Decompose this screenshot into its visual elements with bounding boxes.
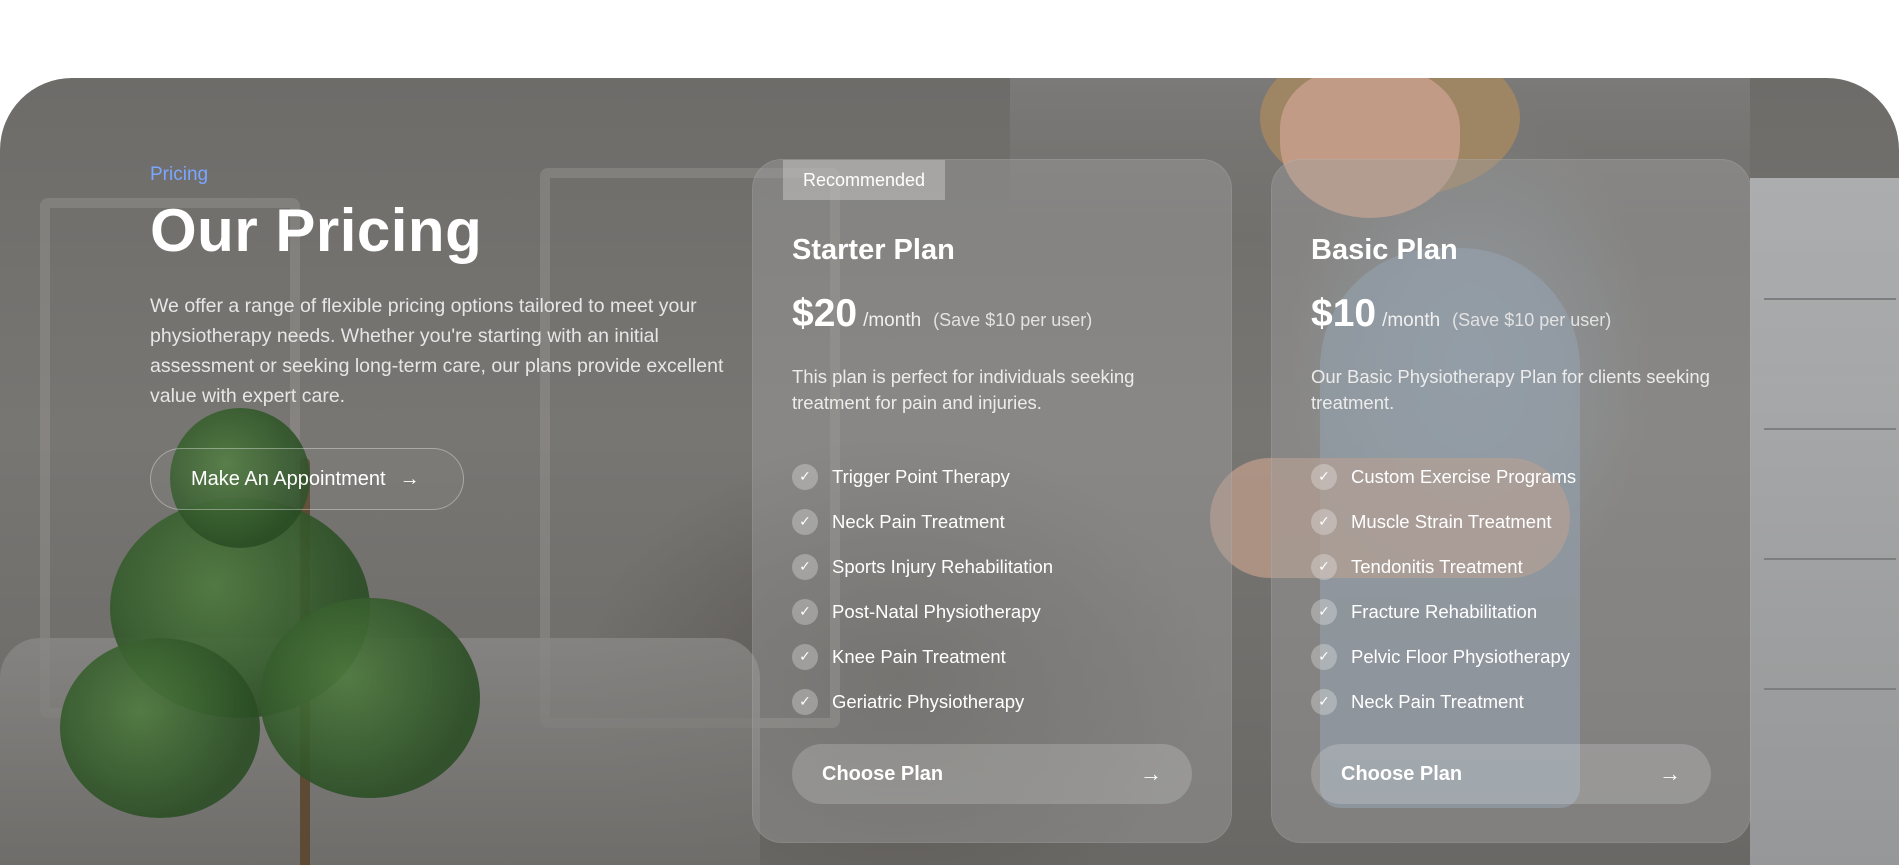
check-icon: ✓ (792, 463, 818, 490)
choose-plan-label: Choose Plan (1341, 762, 1463, 785)
feature-item: ✓ Sports Injury Rehabilitation (792, 544, 1053, 589)
price-row: $20 /month (Save $10 per user) (792, 292, 1092, 336)
feature-label: Pelvic Floor Physiotherapy (1351, 645, 1571, 667)
plan-card-starter: Recommended Starter Plan $20 /month (Sav… (752, 159, 1232, 843)
feature-item: ✓ Tendonitis Treatment (1311, 544, 1576, 589)
plan-description: Our Basic Physiotherapy Plan for clients… (1311, 366, 1710, 413)
feature-label: Muscle Strain Treatment (1351, 510, 1552, 532)
arrow-right-icon: → (399, 467, 420, 490)
check-icon: ✓ (792, 508, 818, 535)
plan-card-basic: Basic Plan $10 /month (Save $10 per user… (1271, 159, 1751, 843)
feature-item: ✓ Fracture Rehabilitation (1311, 589, 1576, 634)
feature-item: ✓ Post-Natal Physiotherapy (792, 589, 1053, 634)
recommended-badge: Recommended (783, 160, 946, 200)
page-title: Our Pricing (150, 197, 483, 264)
plan-price: $20 (792, 292, 858, 335)
check-icon: ✓ (1311, 598, 1337, 625)
pricing-intro: Pricing Our Pricing We offer a range of … (150, 164, 740, 510)
feature-label: Post-Natal Physiotherapy (832, 600, 1041, 622)
feature-list: ✓ Trigger Point Therapy ✓ Neck Pain Treatm… (792, 454, 1053, 724)
feature-label: Neck Pain Treatment (832, 510, 1005, 532)
feature-label: Neck Pain Treatment (1351, 690, 1524, 712)
plan-name: Starter Plan (792, 234, 955, 266)
feature-item: ✓ Geriatric Physiotherapy (792, 679, 1053, 724)
check-icon: ✓ (1311, 643, 1337, 670)
choose-plan-label: Choose Plan (822, 762, 944, 785)
feature-item: ✓ Knee Pain Treatment (792, 634, 1053, 679)
section-eyebrow: Pricing (150, 164, 209, 185)
check-icon: ✓ (1311, 688, 1337, 715)
feature-item: ✓ Neck Pain Treatment (792, 499, 1053, 544)
feature-label: Geriatric Physiotherapy (832, 690, 1025, 712)
section-description: We offer a range of flexible pricing opt… (150, 295, 724, 407)
arrow-right-icon: → (1140, 761, 1162, 786)
make-appointment-label: Make An Appointment (191, 467, 386, 490)
make-appointment-button[interactable]: Make An Appointment → (150, 448, 464, 510)
feature-item: ✓ Trigger Point Therapy (792, 454, 1053, 499)
plan-savings: (Save $10 per user) (933, 310, 1093, 330)
feature-list: ✓ Custom Exercise Programs ✓ Muscle Strain… (1311, 454, 1576, 724)
feature-item: ✓ Custom Exercise Programs (1311, 454, 1576, 499)
background-cabinet (1750, 178, 1899, 865)
feature-label: Knee Pain Treatment (832, 645, 1006, 667)
plan-price: $10 (1311, 292, 1377, 335)
pricing-section: Pricing Our Pricing We offer a range of … (0, 78, 1899, 865)
choose-plan-button[interactable]: Choose Plan → (1311, 744, 1711, 804)
plan-name: Basic Plan (1311, 234, 1458, 266)
check-icon: ✓ (792, 553, 818, 580)
feature-label: Custom Exercise Programs (1351, 465, 1577, 487)
feature-item: ✓ Pelvic Floor Physiotherapy (1311, 634, 1576, 679)
feature-label: Tendonitis Treatment (1351, 555, 1523, 577)
check-icon: ✓ (792, 643, 818, 670)
background-plant (260, 598, 480, 798)
background-plant (60, 638, 260, 818)
plan-period: /month (863, 310, 922, 331)
plan-savings: (Save $10 per user) (1452, 310, 1612, 330)
arrow-right-icon: → (1659, 761, 1681, 786)
check-icon: ✓ (1311, 553, 1337, 580)
plan-period: /month (1382, 310, 1441, 331)
plan-description: This plan is perfect for individuals see… (792, 366, 1135, 413)
feature-label: Sports Injury Rehabilitation (832, 555, 1054, 577)
check-icon: ✓ (1311, 508, 1337, 535)
feature-label: Trigger Point Therapy (832, 465, 1010, 487)
feature-label: Fracture Rehabilitation (1351, 600, 1538, 622)
feature-item: ✓ Neck Pain Treatment (1311, 679, 1576, 724)
check-icon: ✓ (792, 598, 818, 625)
check-icon: ✓ (792, 688, 818, 715)
feature-item: ✓ Muscle Strain Treatment (1311, 499, 1576, 544)
choose-plan-button[interactable]: Choose Plan → (792, 744, 1192, 804)
check-icon: ✓ (1311, 463, 1337, 490)
price-row: $10 /month (Save $10 per user) (1311, 292, 1611, 336)
